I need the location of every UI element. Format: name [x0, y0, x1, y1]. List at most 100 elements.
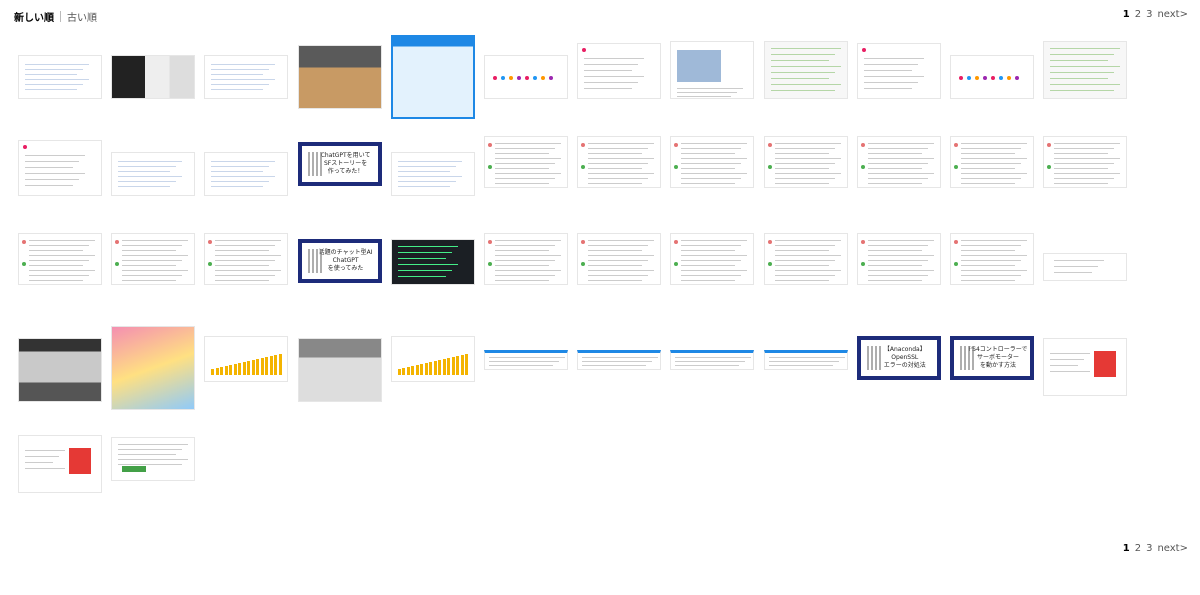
article-thumbnail[interactable]: [111, 35, 196, 99]
qr-pattern-icon: [960, 346, 974, 370]
article-thumbnail[interactable]: PS4コントローラーで サーボモーター を動かす方法: [950, 326, 1034, 390]
article-thumbnail[interactable]: [950, 35, 1034, 99]
article-thumbnail[interactable]: [204, 326, 289, 390]
page-link-3[interactable]: 3: [1146, 9, 1152, 20]
article-thumbnail[interactable]: [1043, 35, 1128, 99]
thumbnail-image: [577, 350, 662, 370]
thumbnail-image: PS4コントローラーで サーボモーター を動かす方法: [950, 326, 1034, 390]
article-thumbnail[interactable]: [670, 132, 755, 196]
article-thumbnail[interactable]: [390, 132, 475, 196]
article-thumbnail[interactable]: 話題のチャット型AI ChatGPT を使ってみた: [297, 229, 382, 293]
thumbnail-image: [111, 55, 196, 99]
thumbnail-image: [204, 233, 289, 285]
article-thumbnail[interactable]: [390, 35, 475, 119]
article-thumbnail[interactable]: [297, 326, 382, 402]
thumbnail-image: [1043, 253, 1128, 281]
article-thumbnail[interactable]: [484, 326, 568, 390]
article-thumbnail[interactable]: [18, 132, 102, 196]
thumbnail-image: [763, 350, 848, 370]
article-thumbnail[interactable]: [484, 229, 568, 293]
page-link-3[interactable]: 3: [1146, 543, 1152, 554]
article-thumbnail[interactable]: ChatGPTを用いて SFストーリーを 作ってみた！: [297, 132, 382, 196]
article-thumbnail[interactable]: [1043, 229, 1128, 293]
article-thumbnail[interactable]: 【Anaconda】 OpenSSL エラーの対処法: [856, 326, 941, 390]
thumbnail-image: [18, 338, 102, 402]
article-thumbnail[interactable]: [577, 132, 662, 196]
article-thumbnail[interactable]: [297, 35, 382, 109]
thumbnail-image: [111, 437, 196, 481]
thumbnail-image: [204, 152, 289, 196]
article-thumbnail[interactable]: [763, 229, 848, 293]
pagination-bottom: 1 2 3 next>: [1123, 543, 1188, 554]
article-thumbnail[interactable]: [1043, 326, 1128, 396]
page-link-2[interactable]: 2: [1135, 543, 1141, 554]
article-thumbnail[interactable]: [18, 326, 102, 402]
article-banner: PS4コントローラーで サーボモーター を動かす方法: [950, 336, 1034, 380]
thumbnail-image: [111, 233, 196, 285]
thumbnail-image: [484, 136, 568, 188]
article-thumbnail[interactable]: [577, 229, 662, 293]
article-thumbnail[interactable]: [204, 35, 289, 99]
page-link-1[interactable]: 1: [1123, 9, 1130, 20]
sort-controls: 新しい順 古い順: [14, 9, 97, 24]
article-thumbnail[interactable]: [484, 132, 568, 196]
article-thumbnail[interactable]: [484, 35, 568, 99]
thumbnail-image: [856, 233, 941, 285]
article-thumbnail[interactable]: [670, 229, 755, 293]
article-thumbnail[interactable]: [856, 229, 941, 293]
article-thumbnail[interactable]: [950, 132, 1034, 196]
article-thumbnail[interactable]: [204, 132, 289, 196]
thumbnail-image: [763, 233, 848, 285]
sort-oldest-tab[interactable]: 古い順: [67, 9, 97, 24]
thumbnail-image: [18, 435, 102, 493]
thumbnail-image: [763, 41, 848, 99]
thumbnail-image: [390, 35, 475, 119]
thumbnail-image: [484, 350, 568, 370]
article-thumbnail[interactable]: [763, 35, 848, 99]
article-thumbnail[interactable]: [111, 229, 196, 293]
article-thumbnail[interactable]: [111, 326, 196, 410]
sort-newest-tab[interactable]: 新しい順: [14, 9, 54, 24]
qr-pattern-icon: [307, 152, 322, 176]
article-thumbnail[interactable]: [18, 35, 102, 99]
article-thumbnail[interactable]: [18, 423, 102, 493]
thumbnail-image: [390, 239, 475, 285]
article-thumbnail[interactable]: [577, 326, 662, 390]
article-thumbnail[interactable]: [763, 132, 848, 196]
article-thumbnail[interactable]: [577, 35, 662, 99]
page-link-2[interactable]: 2: [1135, 9, 1141, 20]
article-thumbnail[interactable]: [670, 326, 755, 390]
thumbnail-image: [577, 43, 662, 99]
article-thumbnail[interactable]: [204, 229, 289, 293]
thumbnail-image: [204, 55, 289, 99]
article-banner: 話題のチャット型AI ChatGPT を使ってみた: [297, 239, 382, 283]
thumbnail-image: [18, 233, 102, 285]
qr-pattern-icon: [866, 346, 881, 370]
page-link-1[interactable]: 1: [1123, 543, 1130, 554]
thumbnail-image: [390, 336, 475, 382]
thumbnail-image: [390, 152, 475, 196]
thumbnail-image: [484, 55, 568, 99]
next-page-link[interactable]: next>: [1157, 9, 1188, 20]
pagination-top: 1 2 3 next>: [1123, 9, 1188, 20]
article-thumbnail[interactable]: [1043, 132, 1128, 196]
thumbnail-image: [670, 136, 755, 188]
thumbnail-image: [856, 136, 941, 188]
article-thumbnail[interactable]: [670, 35, 755, 99]
article-thumbnail[interactable]: [856, 132, 941, 196]
thumbnail-image: [18, 55, 102, 99]
thumbnail-image: [856, 43, 941, 99]
article-thumbnail[interactable]: [856, 35, 941, 99]
thumbnail-image: [670, 350, 755, 370]
article-thumbnail[interactable]: [763, 326, 848, 390]
thumbnail-image: [111, 152, 196, 196]
article-thumbnail[interactable]: [390, 326, 475, 390]
article-thumbnail[interactable]: [111, 423, 196, 487]
sort-divider: [60, 11, 61, 22]
thumbnail-image: [1043, 41, 1128, 99]
next-page-link[interactable]: next>: [1157, 543, 1188, 554]
article-thumbnail[interactable]: [390, 229, 475, 293]
article-thumbnail[interactable]: [950, 229, 1034, 293]
article-thumbnail[interactable]: [111, 132, 196, 196]
article-thumbnail[interactable]: [18, 229, 102, 293]
